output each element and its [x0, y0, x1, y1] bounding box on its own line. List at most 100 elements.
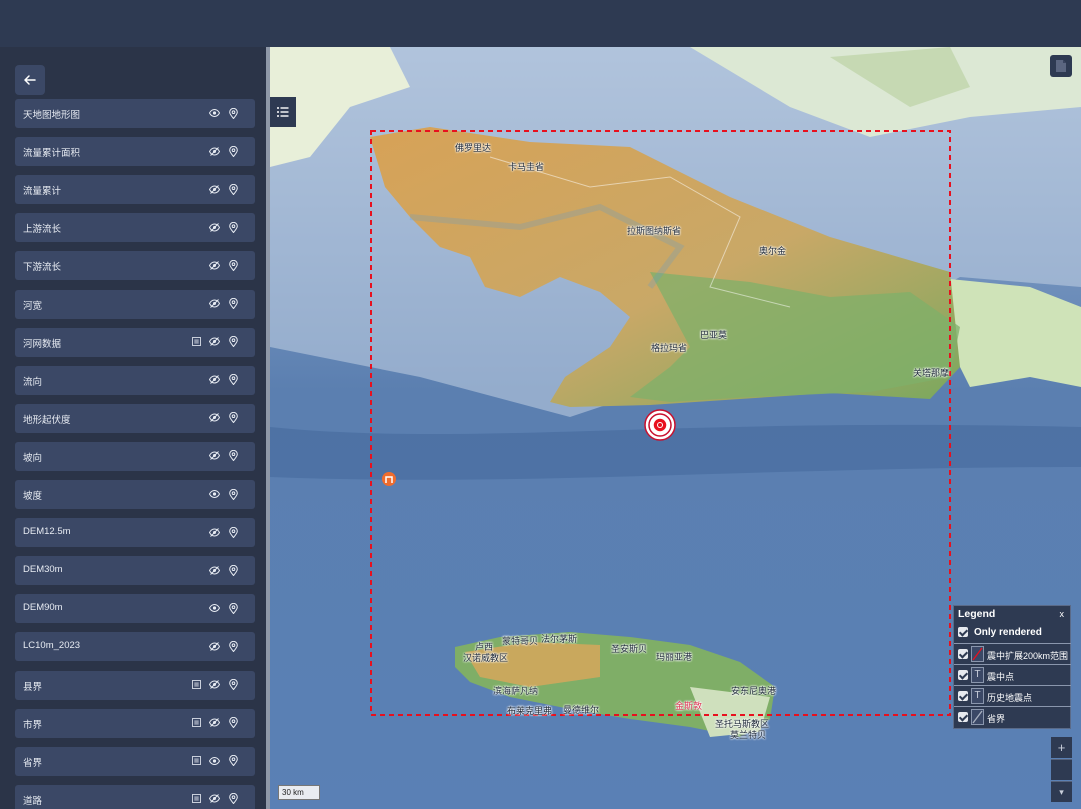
locate-pin-icon[interactable]	[226, 258, 240, 272]
layer-item[interactable]: 上游流长	[15, 213, 255, 243]
eye-off-icon[interactable]	[207, 411, 221, 425]
layer-option-icon[interactable]	[189, 754, 203, 768]
layer-option-icon[interactable]	[189, 678, 203, 692]
layer-item[interactable]: 河网数据	[15, 327, 255, 357]
legend-entry-checkbox[interactable]	[958, 649, 968, 659]
eye-off-icon[interactable]	[207, 792, 221, 806]
layer-item[interactable]: DEM12.5m	[15, 518, 255, 548]
locate-pin-icon[interactable]	[226, 106, 240, 120]
layer-item[interactable]: 地形起伏度	[15, 403, 255, 433]
layer-item[interactable]: 天地图地形图	[15, 99, 255, 128]
layer-item[interactable]: 县界	[15, 670, 255, 700]
locate-pin-icon[interactable]	[226, 525, 240, 539]
eye-off-icon[interactable]	[207, 373, 221, 387]
eye-off-icon[interactable]	[207, 144, 221, 158]
locate-pin-icon[interactable]	[226, 678, 240, 692]
epicenter-target-icon[interactable]	[644, 409, 676, 441]
legend-entry[interactable]: 省界	[954, 706, 1071, 727]
layer-item[interactable]: 河宽	[15, 289, 255, 319]
layer-item[interactable]: 省界	[15, 746, 255, 776]
legend-entry-checkbox[interactable]	[958, 670, 968, 680]
locate-pin-icon[interactable]	[226, 297, 240, 311]
layer-label: 上游流长	[23, 224, 62, 236]
only-rendered-row[interactable]: Only rendered	[954, 622, 1071, 643]
document-icon	[1056, 60, 1066, 72]
eye-off-icon[interactable]	[207, 716, 221, 730]
place-label: 奥尔金	[759, 246, 787, 256]
zoom-in-button[interactable]: +	[1051, 737, 1072, 758]
layer-item[interactable]: 流量累计	[15, 175, 255, 205]
layer-option-icon[interactable]	[189, 716, 203, 730]
eye-icon[interactable]	[207, 754, 221, 768]
print-button[interactable]	[1050, 55, 1072, 77]
layer-label: 道路	[23, 795, 43, 807]
locate-pin-icon[interactable]	[226, 373, 240, 387]
locate-pin-icon[interactable]	[226, 792, 240, 806]
layer-item[interactable]: 下游流长	[15, 251, 255, 281]
layer-label: 省界	[23, 757, 43, 769]
place-label: 拉斯图纳斯省	[627, 226, 682, 236]
layer-option-icon[interactable]	[189, 335, 203, 349]
zoom-in-label: +	[1057, 740, 1066, 755]
locate-pin-icon[interactable]	[226, 601, 240, 615]
eye-off-icon[interactable]	[207, 297, 221, 311]
layer-label: 流量累计	[23, 186, 62, 198]
layer-label: 县界	[23, 681, 43, 693]
zoom-out-button[interactable]: ▾	[1051, 781, 1072, 802]
layer-item[interactable]: DEM30m	[15, 556, 255, 586]
layer-sidebar: 天地图地形图流量累计面积流量累计上游流长下游流长河宽河网数据流向地形起伏度坡向坡…	[0, 47, 268, 809]
locate-pin-icon[interactable]	[226, 487, 240, 501]
eye-icon[interactable]	[207, 601, 221, 615]
layer-item[interactable]: 市界	[15, 708, 255, 738]
zoom-out-label: ▾	[1059, 786, 1064, 797]
place-label: 曼德维尔	[563, 705, 600, 715]
layer-label: 天地图地形图	[23, 110, 81, 121]
place-label: 巴亚莫	[700, 330, 728, 340]
eye-off-icon[interactable]	[207, 335, 221, 349]
eye-off-icon[interactable]	[207, 182, 221, 196]
layer-label: LC10m_2023	[23, 640, 81, 652]
locate-pin-icon[interactable]	[226, 182, 240, 196]
legend-close-button[interactable]: x	[1060, 609, 1065, 619]
eye-off-icon[interactable]	[207, 449, 221, 463]
locate-pin-icon[interactable]	[226, 716, 240, 730]
eye-off-icon[interactable]	[207, 258, 221, 272]
locate-pin-icon[interactable]	[226, 754, 240, 768]
eye-off-icon[interactable]	[207, 639, 221, 653]
eye-off-icon[interactable]	[207, 525, 221, 539]
layer-label: 坡度	[23, 491, 43, 502]
map-view[interactable]: 佛罗里达 卡马圭省 拉斯图纳斯省 奥尔金 巴亚莫 格拉玛省 关塔那摩 卢西 蒙特…	[270, 47, 1081, 809]
only-rendered-checkbox[interactable]	[958, 627, 968, 637]
locate-pin-icon[interactable]	[226, 449, 240, 463]
legend-entry-checkbox[interactable]	[958, 691, 968, 701]
legend-entry-checkbox[interactable]	[958, 712, 968, 722]
legend-entry[interactable]: T 震中点	[954, 664, 1071, 685]
eye-off-icon[interactable]	[207, 678, 221, 692]
locate-pin-icon[interactable]	[226, 563, 240, 577]
locate-pin-icon[interactable]	[226, 335, 240, 349]
layer-option-icon[interactable]	[189, 792, 203, 806]
back-button[interactable]	[15, 65, 45, 95]
layer-label: DEM90m	[23, 602, 63, 614]
layer-item[interactable]: 坡度	[15, 480, 255, 509]
layer-item[interactable]: DEM90m	[15, 594, 255, 624]
station-marker-icon[interactable]	[382, 472, 396, 486]
layer-item[interactable]: 道路	[15, 784, 255, 809]
locate-pin-icon[interactable]	[226, 144, 240, 158]
eye-icon[interactable]	[207, 106, 221, 120]
layer-item[interactable]: 流量累计面积	[15, 137, 255, 167]
legend-entry[interactable]: 震中扩展200km范围	[954, 643, 1071, 664]
locate-pin-icon[interactable]	[226, 411, 240, 425]
layer-toggle-button[interactable]	[270, 97, 296, 127]
legend-entry[interactable]: T 历史地震点	[954, 685, 1071, 706]
locate-pin-icon[interactable]	[226, 220, 240, 234]
eye-icon[interactable]	[207, 487, 221, 501]
eye-off-icon[interactable]	[207, 563, 221, 577]
layer-item[interactable]: LC10m_2023	[15, 632, 255, 662]
layer-item[interactable]: 坡向	[15, 441, 255, 471]
place-label: 莫兰特贝	[730, 730, 767, 740]
locate-pin-icon[interactable]	[226, 639, 240, 653]
eye-off-icon[interactable]	[207, 220, 221, 234]
layer-item[interactable]: 流向	[15, 365, 255, 395]
zoom-slider[interactable]	[1051, 759, 1072, 780]
